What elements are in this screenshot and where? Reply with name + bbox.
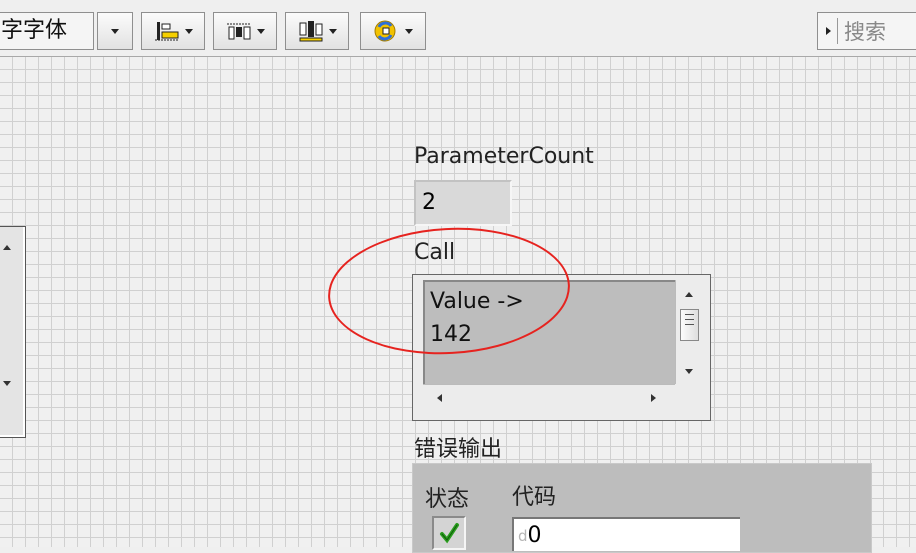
scroll-up-icon[interactable]	[3, 245, 11, 250]
partial-control-left[interactable]	[0, 226, 26, 438]
scroll-down-icon[interactable]	[3, 381, 11, 386]
scroll-thumb[interactable]	[680, 309, 699, 341]
check-icon	[440, 523, 459, 544]
status-label: 状态	[425, 487, 470, 512]
distribute-objects-button[interactable]	[213, 12, 277, 50]
resize-objects-icon	[299, 21, 323, 42]
search-arrow-icon[interactable]	[826, 27, 831, 35]
chevron-down-icon	[185, 28, 193, 34]
reorder-icon	[374, 20, 396, 42]
toolbar: 字字体 搜索	[0, 0, 916, 57]
chevron-down-icon	[111, 28, 119, 34]
scroll-left-icon[interactable]	[437, 394, 442, 402]
resize-objects-button[interactable]	[285, 12, 349, 50]
align-objects-icon	[155, 22, 179, 41]
chevron-down-icon	[257, 28, 265, 34]
horizontal-scrollbar[interactable]	[423, 384, 675, 411]
status-checkbox[interactable]	[432, 516, 466, 550]
code-radix-label: d	[518, 527, 528, 545]
font-selector[interactable]: 字字体	[0, 12, 94, 50]
parameter-count-indicator: 2	[414, 180, 512, 226]
error-out-label: 错误输出	[414, 437, 503, 462]
scroll-up-icon[interactable]	[685, 292, 693, 297]
align-objects-button[interactable]	[141, 12, 205, 50]
vertical-scrollbar[interactable]	[675, 280, 702, 384]
reorder-button[interactable]	[360, 12, 426, 50]
code-field[interactable]: d0	[512, 517, 740, 551]
parameter-count-label: ParameterCount	[414, 144, 594, 169]
search-label: 搜索	[844, 20, 886, 44]
code-label: 代码	[512, 485, 557, 510]
code-value: 0	[527, 523, 542, 548]
chevron-down-icon	[405, 28, 413, 34]
distribute-objects-icon	[227, 23, 251, 40]
search-input[interactable]: 搜索	[817, 12, 916, 50]
search-separator	[837, 18, 838, 44]
chevron-down-icon	[329, 28, 337, 34]
font-selector-label: 字字体	[1, 18, 68, 43]
scroll-down-icon[interactable]	[685, 369, 693, 374]
scroll-right-icon[interactable]	[651, 394, 656, 402]
font-dropdown-button[interactable]	[97, 12, 133, 50]
